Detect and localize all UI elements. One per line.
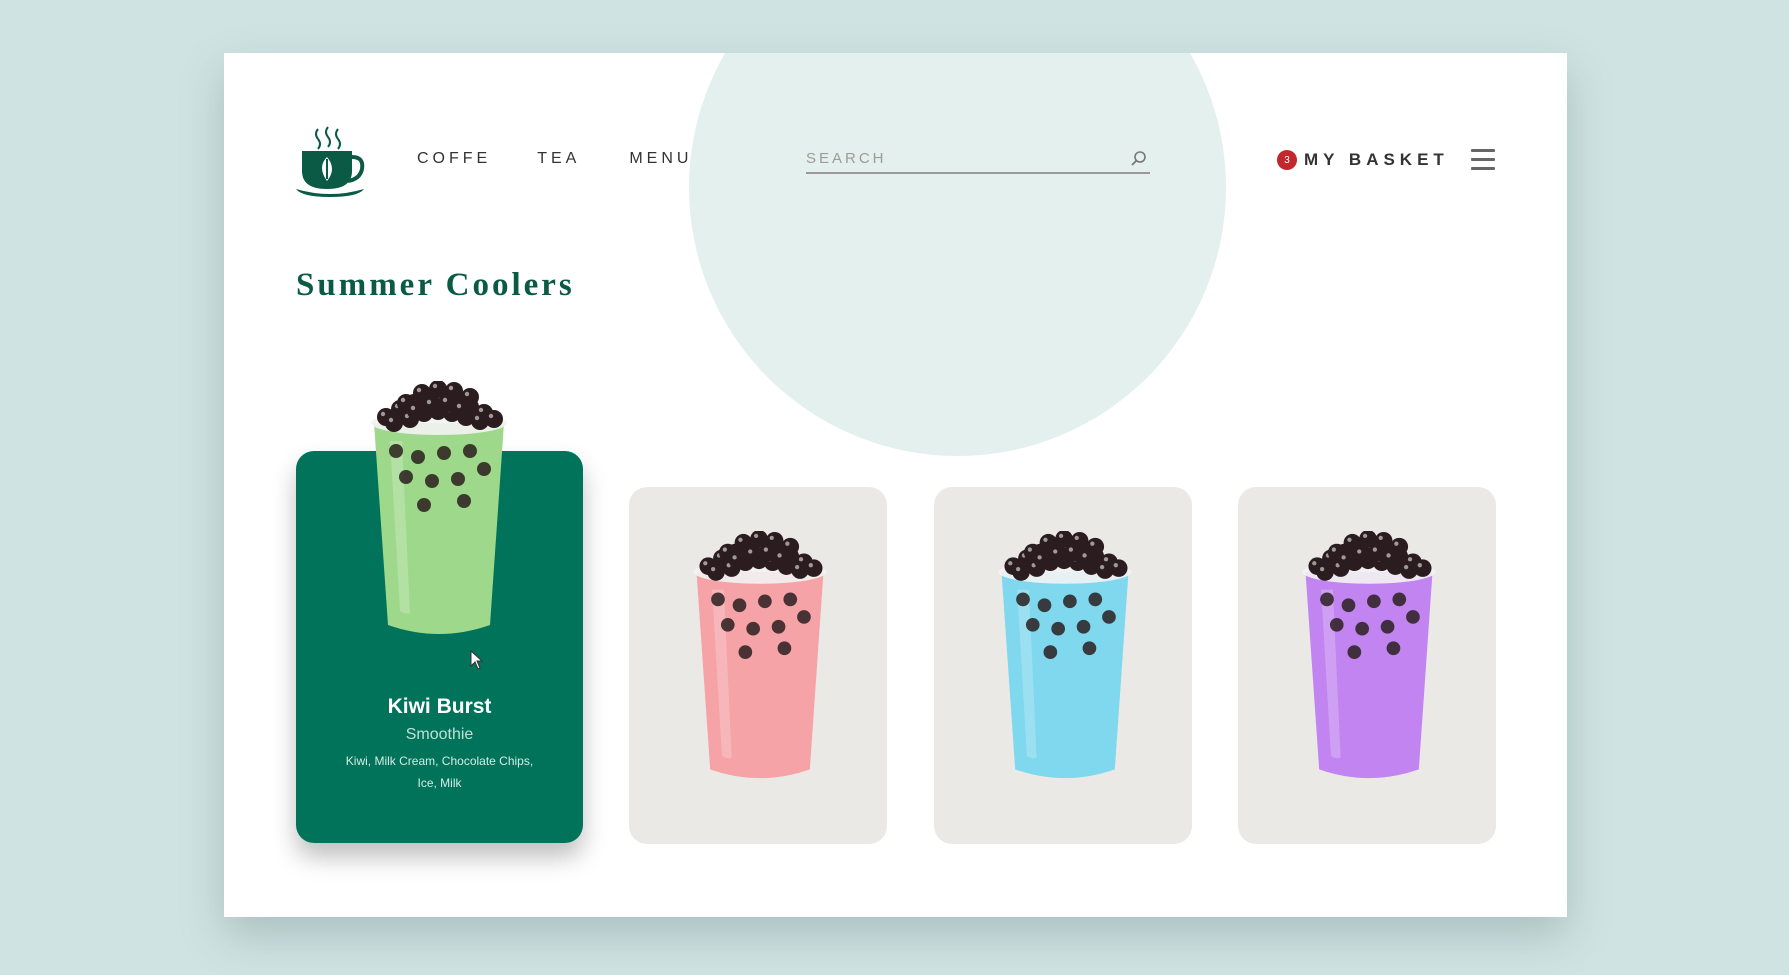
mouse-cursor-icon bbox=[470, 650, 484, 670]
nav-tea[interactable]: TEA bbox=[537, 150, 580, 168]
green-bubble-tea-image bbox=[371, 381, 507, 634]
hamburger-icon[interactable] bbox=[1471, 149, 1495, 171]
product-card-kiwi-burst[interactable]: Kiwi Burst Smoothie Kiwi, Milk Cream, Ch… bbox=[296, 381, 583, 843]
basket-button[interactable]: 3 MY BASKET bbox=[1277, 150, 1449, 170]
purple-bubble-tea-image bbox=[1302, 531, 1436, 779]
app-window: COFFE TEA MENU 3 MY BASKET Summer Cooler… bbox=[224, 53, 1567, 917]
decorative-circle bbox=[689, 53, 1226, 456]
search-box bbox=[806, 146, 1150, 174]
page-title: Summer Coolers bbox=[296, 267, 575, 303]
product-card-purple[interactable] bbox=[1238, 487, 1496, 844]
main-nav: COFFE TEA MENU bbox=[417, 150, 738, 168]
product-card-pink[interactable] bbox=[629, 487, 887, 844]
basket-count-badge: 3 bbox=[1277, 150, 1297, 170]
search-icon[interactable] bbox=[1130, 150, 1148, 168]
coffee-cup-leaf-icon[interactable] bbox=[294, 125, 366, 201]
product-name: Kiwi Burst bbox=[387, 695, 492, 718]
blue-bubble-tea-image bbox=[998, 531, 1132, 779]
search-input[interactable] bbox=[806, 146, 1106, 170]
pink-bubble-tea-image bbox=[693, 531, 827, 779]
nav-coffe[interactable]: COFFE bbox=[417, 150, 491, 168]
product-card-blue[interactable] bbox=[934, 487, 1192, 844]
nav-menu[interactable]: MENU bbox=[629, 150, 692, 168]
basket-label: MY BASKET bbox=[1304, 150, 1449, 169]
product-type: Smoothie bbox=[405, 726, 474, 743]
product-ingredients: Kiwi, Milk Cream, Chocolate Chips, Ice, … bbox=[345, 754, 534, 790]
